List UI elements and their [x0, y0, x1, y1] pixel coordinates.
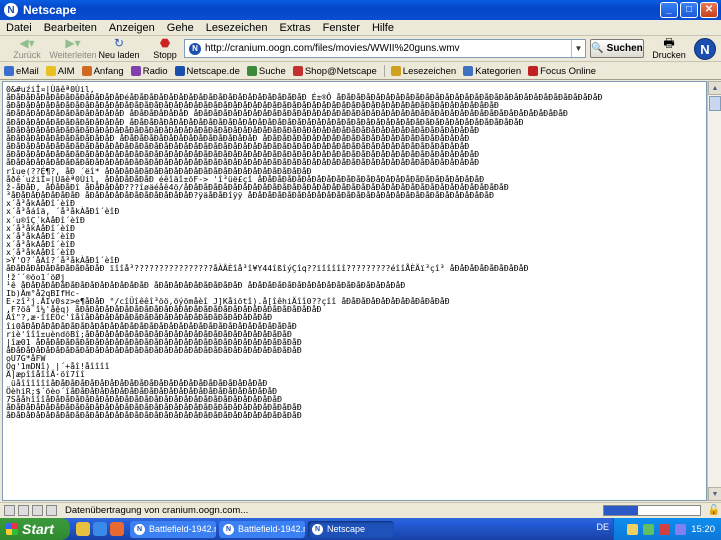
security-lock-icon[interactable]: 🔓: [707, 505, 721, 516]
print-button[interactable]: 🖶 Drucken: [648, 36, 690, 61]
search-label: Suchen: [606, 43, 643, 54]
email-icon: [4, 66, 14, 76]
page-icon: N: [189, 42, 201, 55]
radio-icon: [130, 66, 141, 76]
window-title: Netscape: [23, 3, 77, 17]
toolbar-item-anfang[interactable]: Anfang: [81, 66, 124, 77]
shop-icon: [292, 66, 303, 76]
taskbar-button-battlefield-1[interactable]: N Battlefield-1942.net ...: [130, 520, 216, 538]
netscape-logo-icon: N: [4, 3, 18, 17]
status-text: Datenübertragung von cranium.oogn.com...: [65, 505, 249, 516]
netscape-task-icon: N: [134, 523, 145, 535]
component-icon[interactable]: [4, 505, 15, 516]
start-button[interactable]: Start: [0, 518, 70, 540]
focus-icon: [528, 66, 539, 76]
personal-toolbar: eMail AIM Anfang Radio Netscape.de Suche…: [0, 63, 721, 80]
search-icon: 🔍: [591, 43, 604, 54]
toolbar-item-suche[interactable]: Suche: [246, 66, 286, 77]
reload-icon: ↻: [113, 36, 125, 50]
forward-label: Weiterleiten: [49, 50, 97, 60]
netscape-throbber-icon[interactable]: N: [694, 38, 716, 60]
menu-bearbeiten[interactable]: Bearbeiten: [44, 22, 97, 34]
garbled-binary-text: 0&#uźiÎ¤|Ùãêª0Ùil, åÐåÐåÐåÐåÐåÐåÐåÐåÐåÐå…: [6, 84, 603, 421]
progress-fill: [604, 506, 638, 515]
back-arrow-icon: ◀▾: [19, 36, 35, 50]
search-button[interactable]: 🔍 Suchen: [590, 39, 644, 58]
progress-bar: [603, 505, 701, 516]
url-input[interactable]: [205, 43, 571, 54]
language-indicator[interactable]: DE: [596, 522, 609, 532]
forward-button[interactable]: ▶▾ Weiterleiten: [49, 36, 97, 61]
scroll-down-icon[interactable]: ▼: [708, 487, 721, 501]
forward-arrow-icon: ▶▾: [65, 36, 81, 50]
desktop-icon[interactable]: [76, 522, 90, 536]
menu-bar: Datei Bearbeiten Anzeigen Gehe Lesezeich…: [0, 20, 721, 36]
back-button[interactable]: ◀▾ Zurück: [4, 36, 50, 61]
toolbar-item-lesezeichen[interactable]: Lesezeichen: [390, 66, 456, 77]
reload-button[interactable]: ↻ Neu laden: [96, 36, 142, 61]
search-small-icon: [246, 66, 257, 76]
title-bar[interactable]: N Netscape _ □ ✕: [0, 0, 721, 20]
menu-hilfe[interactable]: Hilfe: [372, 22, 394, 34]
menu-datei[interactable]: Datei: [6, 22, 32, 34]
scroll-up-icon[interactable]: ▲: [708, 81, 721, 95]
toolbar-item-kategorien[interactable]: Kategorien: [463, 66, 521, 77]
menu-gehe[interactable]: Gehe: [167, 22, 194, 34]
system-tray: 15:20: [613, 518, 721, 540]
back-label: Zurück: [13, 50, 41, 60]
windows-logo-icon: [6, 523, 18, 535]
stop-icon: ⬣: [159, 36, 171, 50]
component-icon[interactable]: [18, 505, 29, 516]
status-icons: [4, 505, 57, 516]
netscape-task-icon: N: [312, 523, 323, 535]
menu-extras[interactable]: Extras: [279, 22, 310, 34]
url-dropdown-icon[interactable]: ▼: [571, 40, 585, 57]
url-bar[interactable]: N ▼: [184, 39, 586, 58]
printer-icon: 🖶: [663, 36, 675, 50]
page-content[interactable]: 0&#uźiÎ¤|Ùãêª0Ùil, åÐåÐåÐåÐåÐåÐåÐåÐåÐåÐå…: [2, 81, 707, 501]
browser-icon[interactable]: [93, 522, 107, 536]
browser-window: N Netscape _ □ ✕ Datei Bearbeiten Anzeig…: [0, 0, 721, 518]
taskbar-button-netscape[interactable]: N Netscape: [308, 520, 394, 538]
toolbar-item-focus-online[interactable]: Focus Online: [528, 66, 596, 77]
reload-label: Neu laden: [98, 50, 140, 60]
clock: 15:20: [691, 523, 715, 535]
print-label: Drucken: [652, 50, 686, 60]
home-icon: [81, 66, 92, 76]
scroll-thumb[interactable]: [709, 96, 721, 111]
component-icon[interactable]: [32, 505, 43, 516]
menu-lesezeichen[interactable]: Lesezeichen: [206, 22, 268, 34]
aim-icon: [45, 66, 56, 76]
toolbar-item-email[interactable]: eMail: [4, 66, 39, 77]
menu-anzeigen[interactable]: Anzeigen: [109, 22, 155, 34]
navigation-toolbar: ◀▾ Zurück ▶▾ Weiterleiten ↻ Neu laden ⬣ …: [0, 36, 721, 62]
component-icon[interactable]: [46, 505, 57, 516]
tray-icon[interactable]: [659, 523, 671, 535]
folder-icon: [463, 66, 474, 76]
menu-fenster[interactable]: Fenster: [323, 22, 360, 34]
bookmark-icon: [390, 66, 401, 76]
vertical-scrollbar[interactable]: ▲ ▼: [707, 81, 721, 501]
tray-icon[interactable]: [675, 523, 687, 535]
windows-taskbar: Start N Battlefield-1942.net ... N Battl…: [0, 518, 721, 540]
tray-icon[interactable]: [627, 523, 639, 535]
toolbar-item-radio[interactable]: Radio: [130, 66, 168, 77]
netscape-icon: [174, 66, 185, 76]
minimize-button[interactable]: _: [660, 2, 678, 18]
maximize-button[interactable]: □: [680, 2, 698, 18]
stop-button[interactable]: ⬣ Stopp: [142, 36, 188, 61]
toolbar-item-aim[interactable]: AIM: [45, 66, 75, 77]
tray-icon[interactable]: [643, 523, 655, 535]
close-button[interactable]: ✕: [700, 2, 718, 18]
netscape-task-icon: N: [223, 523, 234, 535]
taskbar-button-battlefield-2[interactable]: N Battlefield-1942.net ...: [219, 520, 305, 538]
toolbar-separator: [383, 65, 385, 77]
window-controls: _ □ ✕: [660, 2, 718, 18]
quick-launch: [76, 522, 124, 536]
toolbar-item-shop[interactable]: Shop@Netscape: [292, 66, 377, 77]
toolbar-item-netscape-de[interactable]: Netscape.de: [174, 66, 240, 77]
status-bar: Datenübertragung von cranium.oogn.com...…: [0, 502, 721, 518]
media-icon[interactable]: [110, 522, 124, 536]
stop-label: Stopp: [153, 50, 177, 60]
